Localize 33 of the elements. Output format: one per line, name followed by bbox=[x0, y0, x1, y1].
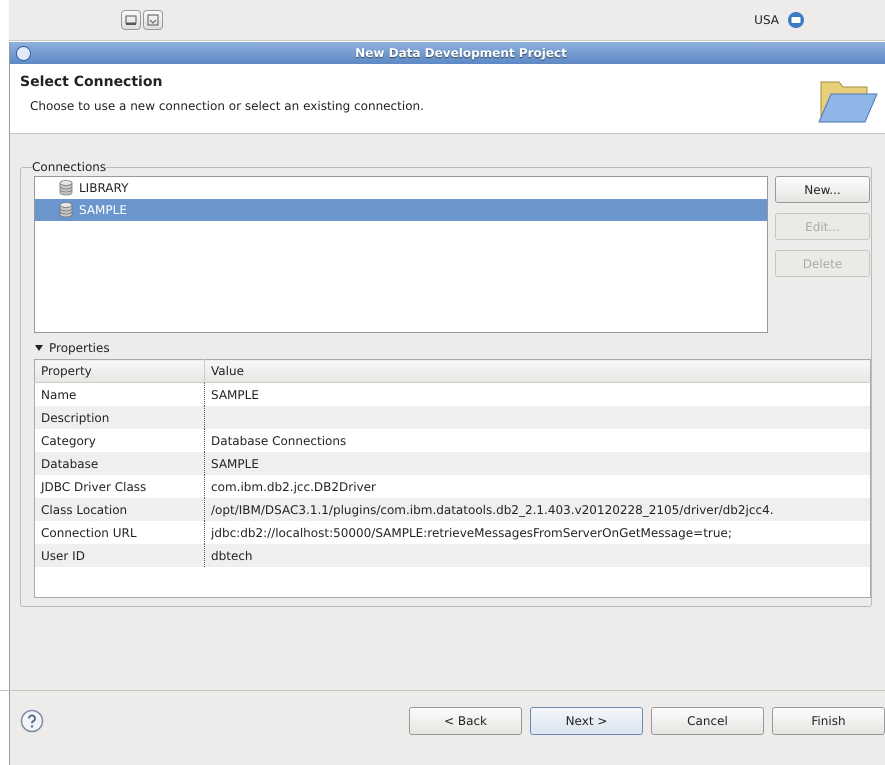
expand-icon[interactable] bbox=[34, 343, 44, 353]
connections-label: Connections bbox=[32, 160, 106, 174]
window-menu-icon[interactable] bbox=[16, 46, 31, 60]
table-cell: SAMPLE bbox=[204, 452, 870, 475]
window-title: New Data Development Project bbox=[354, 46, 568, 60]
table-cell: JDBC Driver Class bbox=[34, 475, 204, 498]
region-label: USA bbox=[754, 13, 779, 27]
wizard-button[interactable]: < Back bbox=[409, 707, 522, 735]
table-cell: /opt/IBM/DSAC3.1.1/plugins/com.ibm.datatools.db2_2.1.403.v20120228_2105/driver/db2jcc4. bbox=[204, 498, 870, 521]
table-cell: Description bbox=[34, 406, 204, 429]
column-header[interactable]: Value bbox=[204, 360, 870, 382]
connection-button[interactable]: New... bbox=[775, 176, 870, 203]
table-cell: User ID bbox=[34, 544, 204, 567]
database-icon bbox=[59, 202, 73, 218]
wizard-button[interactable]: Next > bbox=[530, 707, 643, 735]
monitor-icon[interactable] bbox=[121, 10, 141, 30]
page-description: Choose to use a new connection or select an existing connection. bbox=[30, 99, 424, 113]
database-icon bbox=[59, 180, 73, 196]
keyboard-icon[interactable] bbox=[787, 11, 805, 29]
table-cell: Name bbox=[34, 382, 204, 406]
table-cell: Connection URL bbox=[34, 521, 204, 544]
connection-item[interactable]: LIBRARY bbox=[35, 177, 767, 199]
table-cell: Database bbox=[34, 452, 204, 475]
wizard-button[interactable]: Finish bbox=[772, 707, 885, 735]
table-cell: Class Location bbox=[34, 498, 204, 521]
window-icon[interactable] bbox=[143, 10, 163, 30]
table-cell: dbtech bbox=[204, 544, 870, 567]
help-icon[interactable] bbox=[20, 709, 44, 733]
page-title: Select Connection bbox=[20, 74, 162, 90]
wizard-button[interactable]: Cancel bbox=[651, 707, 764, 735]
table-cell: Category bbox=[34, 429, 204, 452]
properties-label: Properties bbox=[49, 341, 110, 355]
column-header[interactable]: Property bbox=[34, 360, 204, 382]
